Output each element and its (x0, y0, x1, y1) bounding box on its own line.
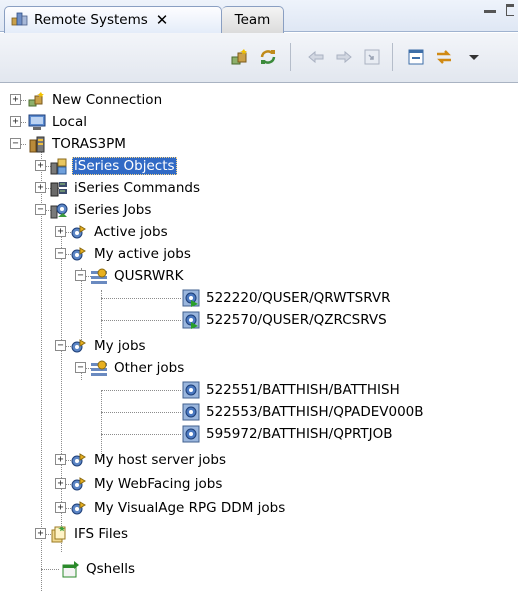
job-filter-icon (70, 475, 88, 493)
tree-item-my-host-server-jobs[interactable]: My host server jobs (70, 449, 228, 471)
new-connection-icon (28, 91, 46, 109)
job-icon (182, 381, 200, 399)
job-filter-icon (70, 499, 88, 517)
tree-item-label: 522553/BATTHISH/QPADEV000B (206, 404, 424, 420)
tree-item-label: Other jobs (114, 360, 185, 376)
tree-item-label: QUSRWRK (114, 268, 184, 284)
forward-arrow-icon[interactable] (332, 45, 356, 69)
window-controls (484, 4, 514, 16)
tree-item-label: 522551/BATTHISH/BATTHISH (206, 382, 400, 398)
qshell-icon (62, 560, 80, 578)
tree-item-label: iSeries Objects (72, 157, 177, 175)
tree-item-label: My host server jobs (94, 452, 227, 468)
iseries-objects-icon (50, 157, 68, 175)
job-icon (182, 425, 200, 443)
tab-title: Remote Systems (34, 12, 148, 28)
tree-item-job[interactable]: 595972/BATTHISH/QPRTJOB (182, 423, 394, 445)
tree-item-label: Local (52, 114, 87, 130)
expand-toggle[interactable]: + (55, 226, 66, 237)
tree-item-job[interactable]: 522220/QUSER/QRWTSRVR (182, 287, 393, 309)
expand-toggle[interactable]: + (55, 454, 66, 465)
iseries-jobs-icon (50, 201, 68, 219)
expand-toggle[interactable]: + (10, 94, 21, 105)
active-job-icon (182, 311, 200, 329)
tree-item-iseries-objects[interactable]: iSeries Objects (50, 155, 177, 177)
tree-item-active-jobs[interactable]: Active jobs (70, 221, 170, 243)
link-with-editor-icon[interactable] (432, 45, 456, 69)
tree-item-my-webfacing-jobs[interactable]: My WebFacing jobs (70, 473, 224, 495)
tree-item-my-jobs[interactable]: My jobs (70, 335, 148, 357)
tree-item-job[interactable]: 522551/BATTHISH/BATTHISH (182, 379, 402, 401)
view-tab-bar: Remote Systems ✕ Team (0, 0, 518, 33)
tab-title: Team (234, 12, 271, 28)
ifs-files-icon (50, 525, 68, 543)
view-menu-icon[interactable] (462, 45, 486, 69)
tree-item-system[interactable]: TORAS3PM (28, 133, 128, 155)
tree-item-label: Active jobs (94, 224, 168, 240)
tree-item-job[interactable]: 522570/QUSER/QZRCSRVS (182, 309, 389, 331)
refresh-icon[interactable] (256, 45, 280, 69)
tree-item-new-connection[interactable]: New Connection (28, 89, 164, 111)
tree-item-iseries-commands[interactable]: iSeries Commands (50, 177, 202, 199)
expand-toggle[interactable]: + (55, 502, 66, 513)
tree-item-label: TORAS3PM (52, 136, 126, 152)
tree-item-label: My active jobs (94, 246, 191, 262)
tree-item-label: iSeries Jobs (74, 202, 152, 218)
close-icon[interactable]: ✕ (156, 11, 169, 29)
job-filter-icon (70, 337, 88, 355)
maximize-icon[interactable] (506, 4, 514, 16)
tree-item-local[interactable]: Local (28, 111, 89, 133)
tree-item-qshells[interactable]: Qshells (62, 558, 137, 580)
iseries-system-icon (28, 135, 46, 153)
tree-item-qusrwrk[interactable]: QUSRWRK (90, 265, 186, 287)
tree-item-label: iSeries Commands (74, 180, 200, 196)
local-computer-icon (28, 113, 46, 131)
collapse-toggle[interactable]: − (55, 340, 66, 351)
collapse-all-icon[interactable] (404, 45, 428, 69)
active-job-icon (182, 289, 200, 307)
subsystem-icon (90, 267, 108, 285)
tree-item-ifs-files[interactable]: IFS Files (50, 523, 130, 545)
go-into-icon[interactable] (360, 45, 384, 69)
tree-item-my-active-jobs[interactable]: My active jobs (70, 243, 193, 265)
tree-item-label: My WebFacing jobs (94, 476, 223, 492)
iseries-commands-icon (50, 179, 68, 197)
expand-toggle[interactable]: + (10, 116, 21, 127)
tree-item-label: New Connection (52, 92, 163, 108)
tree-item-my-visualage-jobs[interactable]: My VisualAge RPG DDM jobs (70, 497, 287, 519)
expand-toggle[interactable]: + (55, 478, 66, 489)
job-filter-icon (70, 451, 88, 469)
tab-team[interactable]: Team (222, 6, 284, 33)
tree-item-label: 595972/BATTHISH/QPRTJOB (206, 426, 393, 442)
collapse-toggle[interactable]: − (35, 204, 46, 215)
job-filter-icon (70, 223, 88, 241)
subsystem-icon (90, 359, 108, 377)
tree-item-other-jobs[interactable]: Other jobs (90, 357, 186, 379)
tab-remote-systems[interactable]: Remote Systems ✕ (4, 6, 222, 33)
tree-item-label: 522570/QUSER/QZRCSRVS (206, 312, 387, 328)
tree-item-iseries-jobs[interactable]: iSeries Jobs (50, 199, 153, 221)
job-icon (182, 403, 200, 421)
tree-item-job[interactable]: 522553/BATTHISH/QPADEV000B (182, 401, 426, 423)
tree-item-label: My VisualAge RPG DDM jobs (94, 500, 286, 516)
tree-item-label: IFS Files (74, 526, 128, 542)
expand-toggle[interactable]: + (35, 182, 46, 193)
new-connection-icon[interactable] (228, 45, 252, 69)
collapse-toggle[interactable]: − (55, 248, 66, 259)
tree-item-label: 522220/QUSER/QRWTSRVR (206, 290, 391, 306)
collapse-toggle[interactable]: − (10, 138, 21, 149)
back-arrow-icon[interactable] (304, 45, 328, 69)
expand-toggle[interactable]: + (35, 160, 46, 171)
job-filter-icon (70, 245, 88, 263)
expand-toggle[interactable]: + (35, 528, 46, 539)
remote-systems-tree: + + − + + − + − − − − + + + + New Connec… (0, 84, 518, 597)
view-toolbar (0, 33, 518, 83)
minimize-icon[interactable] (484, 9, 496, 13)
tree-item-label: My jobs (94, 338, 146, 354)
tree-item-label: Qshells (86, 561, 136, 577)
collapse-toggle[interactable]: − (75, 270, 86, 281)
collapse-toggle[interactable]: − (75, 362, 86, 373)
remote-systems-view-icon (11, 9, 29, 31)
